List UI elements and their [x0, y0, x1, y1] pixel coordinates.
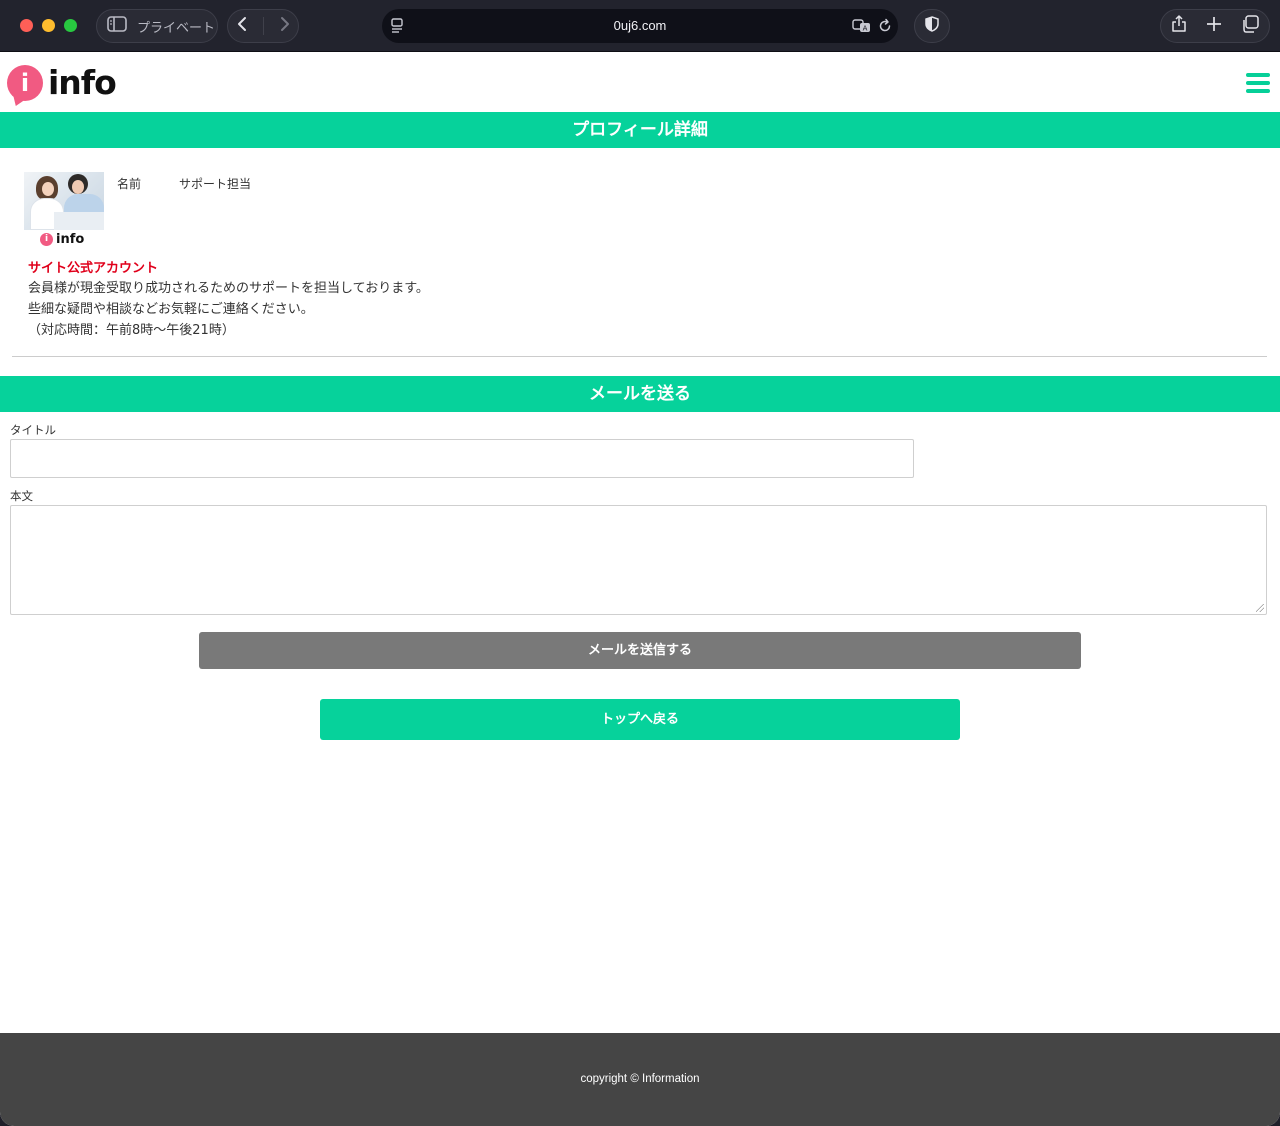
minimize-window-button[interactable] [42, 19, 55, 32]
shield-icon [925, 16, 939, 36]
back-icon[interactable] [236, 16, 248, 36]
name-value: サポート担当 [179, 177, 252, 191]
svg-text:A: A [863, 25, 868, 33]
profile-avatar [24, 172, 104, 230]
sidebar-icon [107, 16, 127, 36]
body-textarea[interactable] [10, 505, 1267, 615]
avatar-info-logo: i info [40, 232, 84, 247]
tab-overview-icon[interactable] [1241, 15, 1260, 37]
name-label: 名前 [117, 177, 142, 191]
privacy-report-button[interactable] [914, 9, 950, 43]
title-field-label: タイトル [10, 423, 56, 437]
body-field-label: 本文 [10, 489, 33, 503]
back-to-top-button[interactable]: トップへ戻る [320, 699, 960, 740]
toolbar-actions [1160, 9, 1270, 43]
new-tab-icon[interactable] [1206, 16, 1222, 36]
footer-copyright: copyright © Information [0, 1033, 1280, 1126]
browser-toolbar: プライベート 0uj6.com A [0, 0, 1280, 52]
forward-icon[interactable] [279, 16, 291, 36]
navigation-buttons [227, 9, 299, 43]
logo-text: info [48, 63, 117, 102]
description-line: 会員様が現金受取り成功されるためのサポートを担当しております。 [28, 281, 429, 296]
resize-handle-icon[interactable] [1256, 604, 1264, 612]
url-text: 0uj6.com [613, 18, 667, 33]
avatar-logo-text: info [56, 232, 85, 247]
nav-divider [262, 17, 264, 35]
description-line: 些細な疑問や相談などお気軽にご連絡ください。 [28, 302, 314, 317]
site-logo[interactable]: i info [7, 63, 117, 102]
section-divider [12, 356, 1267, 357]
official-account-label: サイト公式アカウント [28, 261, 159, 276]
private-label: プライベート [137, 20, 216, 36]
share-icon[interactable] [1171, 15, 1187, 37]
description-line: （対応時間：午前8時〜午後21時） [28, 323, 235, 338]
logo-info-icon: i [7, 64, 43, 101]
profile-description: 会員様が現金受取り成功されるためのサポートを担当しております。 些細な疑問や相談… [28, 278, 429, 341]
reload-icon[interactable] [878, 18, 892, 38]
send-mail-button[interactable]: メールを送信する [199, 632, 1081, 669]
page-viewport: i info プロフィール詳細 i info 名前 サポート担当 サイト公式アカ… [0, 52, 1280, 1126]
zoom-window-button[interactable] [64, 19, 77, 32]
address-bar[interactable]: 0uj6.com A [382, 9, 898, 43]
site-header: i info [0, 52, 1280, 112]
profile-section-title: プロフィール詳細 [0, 112, 1280, 148]
private-tab-group-button[interactable]: プライベート [96, 9, 218, 43]
info-icon: i [40, 233, 53, 246]
menu-icon[interactable] [1246, 73, 1270, 93]
close-window-button[interactable] [20, 19, 33, 32]
translate-icon[interactable]: A [852, 18, 872, 38]
title-input[interactable] [10, 439, 914, 478]
mail-section-title: メールを送る [0, 376, 1280, 412]
